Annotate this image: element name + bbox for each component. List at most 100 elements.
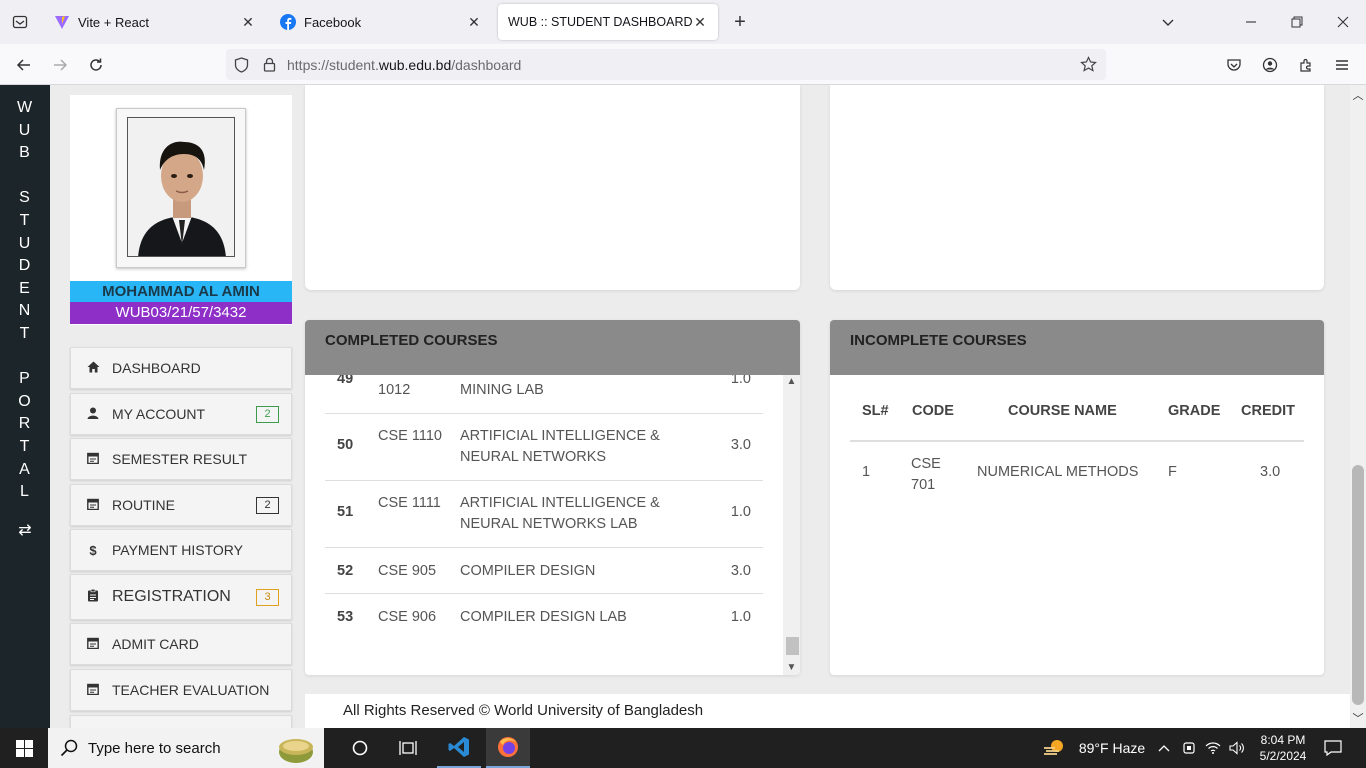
reload-button[interactable] [82, 51, 110, 79]
table-row: 49 1012 MINING LAB 1.0 [325, 375, 763, 414]
url-path: /dashboard [451, 56, 522, 73]
portal-letter: U [18, 121, 32, 139]
portal-letter: W [16, 99, 34, 116]
portal-letter: A [19, 460, 31, 478]
shield-icon[interactable] [231, 55, 251, 75]
page-scrollbar-thumb[interactable] [1352, 465, 1364, 705]
sidebar-item-payment-history[interactable]: $ PAYMENT HISTORY [70, 529, 292, 571]
sidebar-item-label: DASHBOARD [112, 360, 201, 376]
facebook-icon [280, 14, 296, 30]
firefox-taskbar-icon[interactable] [486, 728, 530, 768]
row-code: CSE 1110 [378, 428, 442, 444]
weather-icon[interactable] [1040, 728, 1070, 768]
sidebar-item-admit-card[interactable]: ADMIT CARD [70, 623, 292, 665]
hamburger-menu-icon[interactable] [1328, 51, 1356, 79]
row-code: CSE 905 [378, 563, 437, 579]
row-course-name: COMPILER DESIGN [460, 563, 596, 579]
windows-taskbar: Type here to search 89°F Haze 8:04 PM 5/… [0, 728, 1366, 768]
wifi-icon[interactable] [1203, 728, 1223, 768]
sidebar-item-label: TEACHER EVALUATION [112, 682, 270, 698]
portal-letter: R [18, 415, 32, 433]
tab-vite-react[interactable]: Vite + React ✕ [44, 4, 266, 40]
close-icon[interactable]: ✕ [240, 14, 256, 30]
home-icon [83, 361, 103, 376]
table-row: 50 CSE 1110 ARTIFICIAL INTELLIGENCE & NE… [325, 414, 763, 481]
row-sl: 1 [862, 464, 871, 480]
volume-icon[interactable] [1227, 728, 1247, 768]
minimize-button[interactable] [1237, 8, 1265, 36]
table-row: 51 CSE 1111 ARTIFICIAL INTELLIGENCE & NE… [325, 481, 763, 548]
row-course-name: NUMERICAL METHODS [977, 464, 1139, 480]
address-bar[interactable]: https://student.wub.edu.bd/dashboard [226, 49, 1106, 80]
tab-wub-dashboard[interactable]: WUB :: STUDENT DASHBOARD ✕ [498, 4, 718, 40]
tab-list-icon[interactable] [8, 10, 32, 34]
browser-tabbar: Vite + React ✕ Facebook ✕ WUB :: STUDENT… [0, 0, 1366, 44]
device-icon[interactable] [1180, 728, 1198, 768]
scroll-up-arrow-icon[interactable]: ▲ [783, 375, 800, 389]
bookmark-star-icon[interactable] [1078, 55, 1098, 75]
scrollbar-thumb[interactable] [786, 637, 799, 655]
account-badge: 2 [256, 405, 279, 423]
clock[interactable]: 8:04 PM 5/2/2024 [1252, 728, 1314, 768]
cortana-icon[interactable] [340, 728, 380, 768]
table-row: 1 CSE 701 NUMERICAL METHODS F 3.0 [850, 452, 1304, 502]
completed-courses-scrollbar[interactable]: ▲ ▼ [783, 375, 800, 675]
completed-courses-panel: COMPLETED COURSES 49 1012 MINING LAB 1.0… [305, 320, 800, 675]
profile-photo-frame [116, 108, 246, 268]
forward-button[interactable] [46, 51, 74, 79]
tab-label: Vite + React [78, 14, 149, 30]
portal-letter: P [19, 370, 31, 388]
start-windows-icon[interactable] [0, 728, 48, 768]
sidebar-item-label: ADMIT CARD [112, 636, 199, 652]
registration-badge: 3 [256, 588, 279, 606]
row-credit: 1.0 [730, 504, 751, 520]
top-right-card [830, 85, 1324, 290]
tab-facebook[interactable]: Facebook ✕ [270, 4, 492, 40]
sidebar-item-my-account[interactable]: MY ACCOUNT 2 [70, 393, 292, 435]
page-scrollbar[interactable]: ︿ ﹀ [1350, 85, 1366, 728]
clock-time: 8:04 PM [1260, 733, 1306, 747]
portal-vertical-strip: WUB STUDENT PORTAL ⇄ [0, 85, 50, 728]
url-domain: wub.edu.bd [378, 56, 452, 73]
sidebar-item-semester-result[interactable]: SEMESTER RESULT [70, 438, 292, 480]
task-view-icon[interactable] [388, 728, 428, 768]
top-left-card [305, 85, 800, 290]
weather-text[interactable]: 89°F Haze [1074, 728, 1150, 768]
scroll-up-chevron-icon[interactable]: ︿ [1350, 87, 1366, 103]
sidebar-item-routine[interactable]: ROUTINE 2 [70, 484, 292, 526]
sidebar-item-registration[interactable]: REGISTRATION 3 [70, 574, 292, 620]
back-button[interactable] [10, 51, 38, 79]
close-icon[interactable]: ✕ [692, 14, 708, 30]
dollar-icon: $ [89, 542, 97, 558]
tab-overflow-chevron-icon[interactable] [1154, 8, 1182, 36]
sidebar-item-teacher-evaluation[interactable]: TEACHER EVALUATION [70, 669, 292, 711]
new-tab-button[interactable]: + [728, 10, 752, 34]
footer-copyright: All Rights Reserved © World University o… [305, 694, 1350, 728]
sidebar-item-label: SEMESTER RESULT [112, 451, 248, 467]
scroll-down-arrow-icon[interactable]: ▼ [783, 661, 800, 675]
account-icon[interactable] [1256, 51, 1284, 79]
tray-chevron-up-icon[interactable] [1156, 728, 1172, 768]
completed-courses-title: COMPLETED COURSES [305, 320, 800, 375]
sidebar-item-label: REGISTRATION [112, 588, 231, 605]
pocket-icon[interactable] [1220, 51, 1248, 79]
completed-courses-list[interactable]: 49 1012 MINING LAB 1.0 50 CSE 1110 ARTIF… [305, 375, 800, 675]
lock-icon[interactable] [259, 55, 279, 75]
taskbar-search-input[interactable]: Type here to search [48, 728, 324, 768]
close-window-button[interactable] [1329, 8, 1357, 36]
vscode-taskbar-icon[interactable] [437, 728, 481, 768]
scroll-down-chevron-icon[interactable]: ﹀ [1350, 710, 1366, 726]
close-icon[interactable]: ✕ [466, 14, 482, 30]
row-sl: 50 [337, 437, 354, 453]
notification-icon[interactable] [1318, 728, 1348, 768]
url-prefix: https://student. [287, 56, 379, 73]
restore-button[interactable] [1283, 8, 1311, 36]
row-credit: 1.0 [730, 609, 751, 625]
sidebar-item-dashboard[interactable]: DASHBOARD [70, 347, 292, 389]
sidebar-item-label: MY ACCOUNT [112, 406, 206, 422]
swap-icon[interactable]: ⇄ [0, 520, 50, 540]
extensions-icon[interactable] [1292, 51, 1320, 79]
dashboard-content: MOHAMMAD AL AMIN WUB03/21/57/3432 DASHBO… [50, 85, 1350, 728]
sidebar-item-partial[interactable] [70, 715, 292, 728]
table-row: 52 CSE 905 COMPILER DESIGN 3.0 [325, 548, 763, 594]
